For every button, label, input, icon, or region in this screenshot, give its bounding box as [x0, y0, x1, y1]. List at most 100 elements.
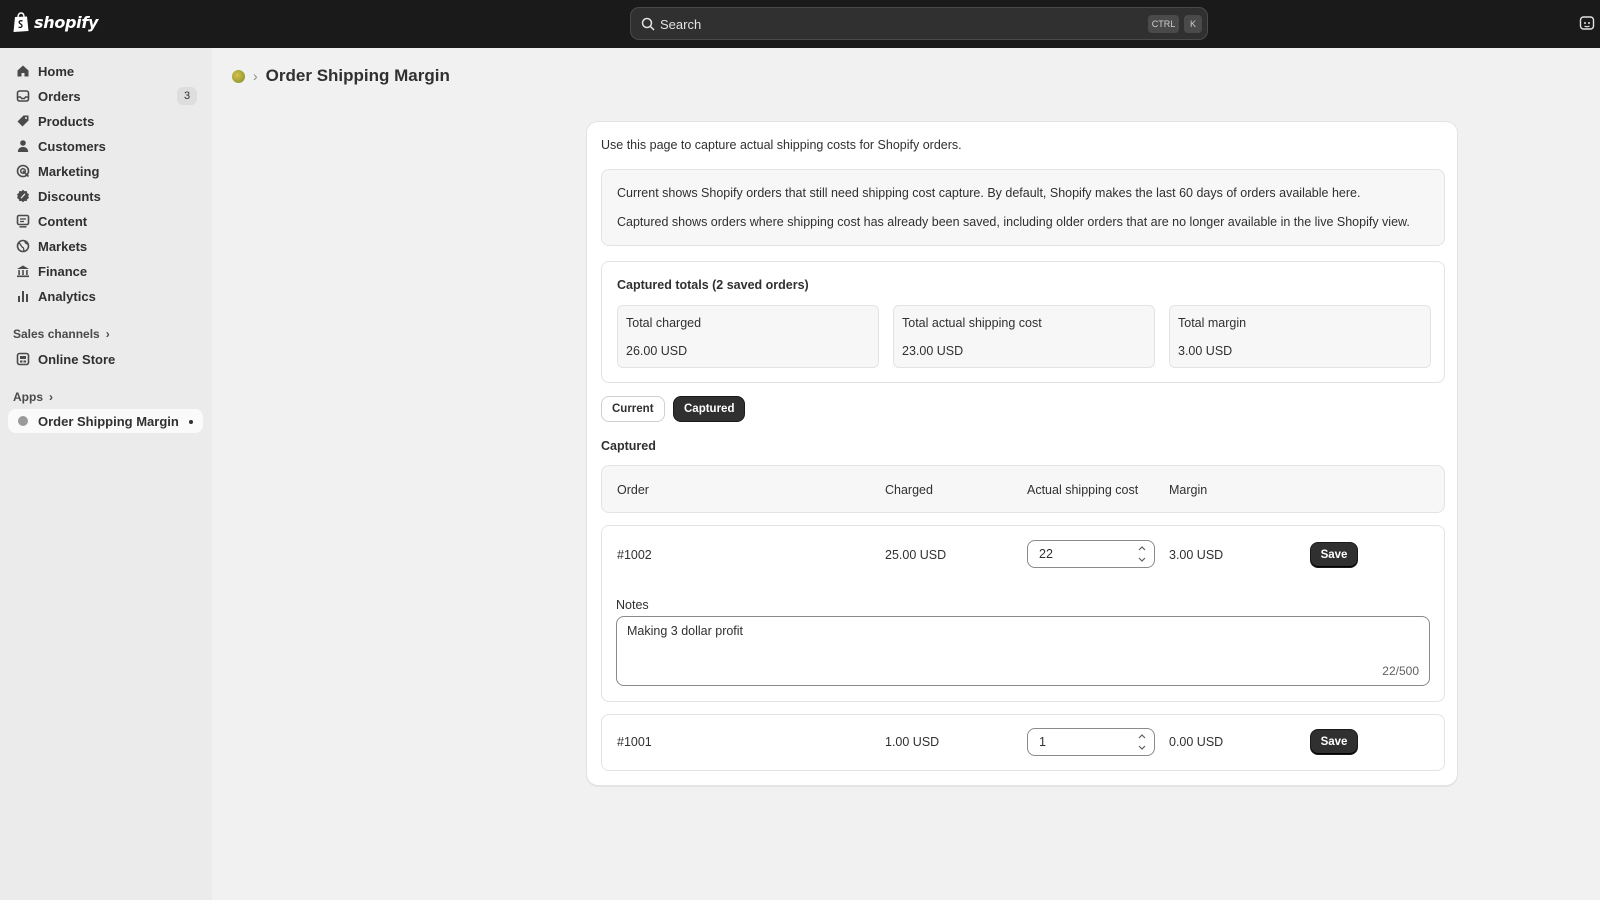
- sidebar-item-label: Home: [38, 64, 75, 79]
- content-icon: [16, 214, 30, 228]
- chevron-up-icon[interactable]: [1136, 543, 1148, 554]
- page-title: Order Shipping Margin: [265, 66, 450, 85]
- sidebar-item-orders[interactable]: Orders 3: [8, 84, 203, 108]
- actual-shipping-cost-field[interactable]: [1029, 730, 1129, 754]
- column-header-order: Order: [617, 483, 649, 497]
- section-title: Captured: [601, 439, 656, 453]
- save-button[interactable]: Save: [1310, 729, 1358, 755]
- column-header-actual-shipping-cost: Actual shipping cost: [1027, 483, 1139, 497]
- sidebar-item-label: Customers: [38, 139, 106, 154]
- table-header: Order Charged Actual shipping cost Margi…: [601, 465, 1445, 513]
- shortcut-ctrl-key: CTRL: [1148, 15, 1179, 33]
- chevron-up-icon[interactable]: [1136, 731, 1148, 742]
- stat-value: 3.00 USD: [1178, 344, 1233, 358]
- sidebar-item-label: Discounts: [38, 189, 101, 204]
- search-bar[interactable]: Search CTRL K: [630, 7, 1208, 40]
- number-stepper[interactable]: [1136, 543, 1148, 565]
- sidebar-item-products[interactable]: Products: [8, 109, 203, 133]
- shopify-logo[interactable]: shopify: [12, 12, 98, 33]
- chevron-right-icon: ›: [49, 390, 53, 404]
- search-placeholder: Search: [660, 17, 702, 32]
- actual-shipping-cost-input[interactable]: [1027, 728, 1155, 756]
- total-actual-shipping-stat: Total actual shipping cost 23.00 USD: [893, 305, 1155, 368]
- sidebar-item-markets[interactable]: Markets: [8, 234, 203, 258]
- tag-icon: [17, 115, 29, 127]
- sidebar-item-label: Marketing: [38, 164, 100, 179]
- main-card: Use this page to capture actual shipping…: [586, 121, 1458, 786]
- sales-channels-heading[interactable]: Sales channels ›: [13, 327, 110, 341]
- margin-value: 3.00 USD: [1169, 548, 1224, 562]
- chevron-right-icon: ›: [105, 327, 110, 341]
- chevron-down-icon[interactable]: [1136, 742, 1148, 753]
- captured-totals-panel: Captured totals (2 saved orders) Total c…: [601, 261, 1445, 383]
- chevron-down-icon[interactable]: [1136, 554, 1148, 565]
- search-icon: [641, 17, 655, 31]
- stat-label: Total margin: [1178, 316, 1247, 330]
- sidebar-item-online-store[interactable]: Online Store: [8, 347, 203, 371]
- stat-label: Total charged: [626, 316, 702, 330]
- intro-text: Use this page to capture actual shipping…: [601, 138, 962, 152]
- sales-channels-label: Sales channels: [13, 327, 100, 341]
- table-row: #1002 25.00 USD 3.00 USD Save Notes Maki…: [601, 525, 1445, 702]
- apps-heading[interactable]: Apps ›: [13, 390, 53, 404]
- tab-current[interactable]: Current: [601, 396, 665, 422]
- discount-icon: [17, 189, 29, 203]
- breadcrumb-chevron-icon: ›: [253, 68, 258, 84]
- actual-shipping-cost-input[interactable]: [1027, 540, 1155, 568]
- shopify-bag-icon: [13, 12, 29, 32]
- sidebar-item-label: Orders: [38, 89, 81, 104]
- save-button[interactable]: Save: [1310, 542, 1358, 568]
- charged-value: 1.00 USD: [885, 735, 940, 749]
- sidebar-item-marketing[interactable]: Marketing: [8, 159, 203, 183]
- sidebar-item-label: Order Shipping Margin: [38, 414, 179, 429]
- sidebar-item-content[interactable]: Content: [8, 209, 203, 233]
- stat-value: 23.00 USD: [902, 344, 964, 358]
- store-avatar-icon[interactable]: [1579, 15, 1595, 31]
- target-icon: [16, 164, 30, 178]
- margin-value: 0.00 USD: [1169, 735, 1224, 749]
- order-number[interactable]: #1002: [617, 548, 652, 562]
- sidebar-item-label: Online Store: [38, 352, 116, 367]
- online-store-icon: [16, 352, 30, 366]
- top-bar: shopify Search CTRL K: [0, 0, 1600, 48]
- sidebar-item-finance[interactable]: Finance: [8, 259, 203, 283]
- app-icon[interactable]: [232, 69, 245, 83]
- order-number[interactable]: #1001: [617, 735, 652, 749]
- tab-captured[interactable]: Captured: [673, 396, 746, 422]
- sidebar-item-label: Analytics: [38, 289, 96, 304]
- stat-label: Total actual shipping cost: [902, 316, 1042, 330]
- page-header: › Order Shipping Margin: [232, 66, 450, 86]
- sidebar: Home Orders 3 Products Customers Marketi…: [0, 48, 212, 900]
- home-icon: [17, 65, 29, 77]
- notes-field-wrapper: Making 3 dollar profit 22/500: [616, 616, 1430, 686]
- notes-label: Notes: [616, 598, 649, 612]
- info-text-current: Current shows Shopify orders that still …: [617, 186, 1361, 200]
- sidebar-item-label: Content: [38, 214, 88, 229]
- sidebar-item-order-shipping-margin[interactable]: Order Shipping Margin: [8, 409, 203, 433]
- inbox-icon: [16, 90, 30, 102]
- sidebar-item-label: Products: [38, 114, 95, 129]
- orders-count-badge: 3: [177, 87, 197, 105]
- totals-heading: Captured totals (2 saved orders): [617, 278, 809, 292]
- notes-textarea[interactable]: Making 3 dollar profit: [617, 617, 1429, 685]
- globe-icon: [16, 239, 30, 253]
- app-icon: [18, 416, 28, 426]
- sidebar-item-discounts[interactable]: Discounts: [8, 184, 203, 208]
- notes-character-count: 22/500: [1382, 664, 1419, 678]
- apps-label: Apps: [13, 390, 43, 404]
- bank-icon: [17, 265, 29, 278]
- info-box: Current shows Shopify orders that still …: [601, 169, 1445, 246]
- column-header-charged: Charged: [885, 483, 933, 497]
- number-stepper[interactable]: [1136, 731, 1148, 753]
- actual-shipping-cost-field[interactable]: [1029, 542, 1129, 566]
- total-margin-stat: Total margin 3.00 USD: [1169, 305, 1431, 368]
- sidebar-item-home[interactable]: Home: [8, 59, 203, 83]
- charged-value: 25.00 USD: [885, 548, 947, 562]
- sidebar-item-customers[interactable]: Customers: [8, 134, 203, 158]
- active-indicator-dot: [189, 420, 193, 424]
- sidebar-item-label: Finance: [38, 264, 88, 279]
- stat-value: 26.00 USD: [626, 344, 688, 358]
- sidebar-item-analytics[interactable]: Analytics: [8, 284, 203, 308]
- total-charged-stat: Total charged 26.00 USD: [617, 305, 879, 368]
- column-header-margin: Margin: [1169, 483, 1208, 497]
